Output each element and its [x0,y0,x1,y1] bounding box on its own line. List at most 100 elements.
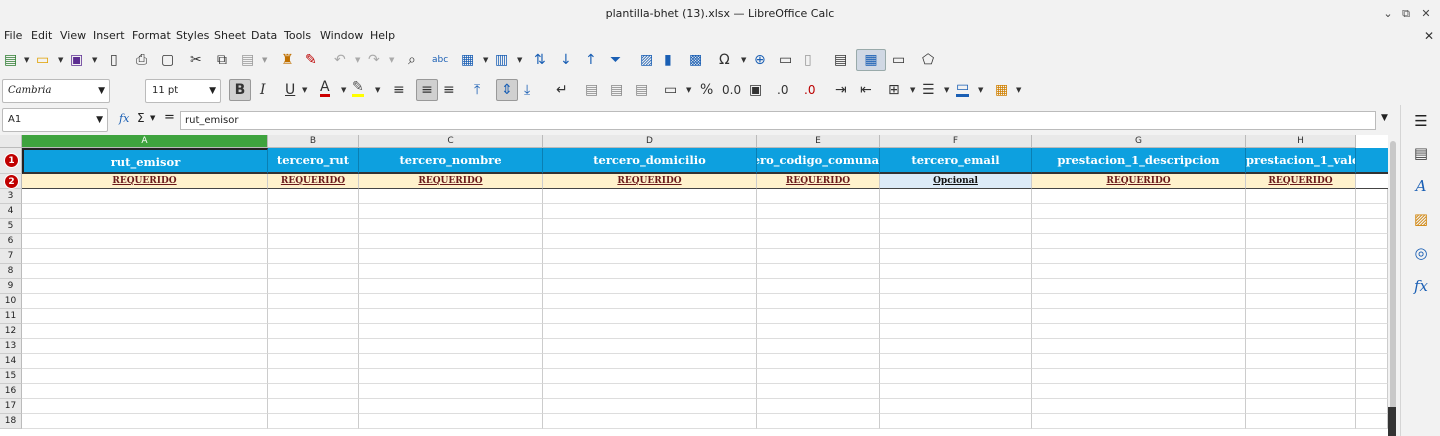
font-color-icon[interactable]: A [320,79,330,97]
column-icon[interactable]: ▥ [495,49,508,71]
chevron-down-icon[interactable]: ▼ [24,56,29,64]
align-right-icon[interactable]: ≡ [443,79,455,101]
chevron-down-icon[interactable]: ▼ [302,86,307,94]
new-document-icon[interactable]: ▤ [4,49,17,71]
underline-icon[interactable]: U [285,79,295,101]
increase-indent-icon[interactable]: ⇥ [835,79,847,101]
cell[interactable] [359,234,543,249]
row-header-13[interactable]: 13 [0,339,22,354]
cell[interactable] [543,204,757,219]
cell[interactable] [268,384,359,399]
chevron-down-icon[interactable]: ▼ [389,56,394,64]
special-character-icon[interactable]: Ω [719,49,730,71]
cell[interactable] [268,204,359,219]
cell[interactable] [543,309,757,324]
row-header-8[interactable]: 8 [0,264,22,279]
align-center-icon[interactable]: ≡ [416,79,438,101]
cell[interactable] [1356,309,1388,324]
menu-icon[interactable]: ☰ [1411,112,1431,132]
cell[interactable] [1246,384,1356,399]
cell[interactable] [1246,309,1356,324]
cell[interactable] [757,369,880,384]
cell[interactable] [1356,264,1388,279]
cell[interactable] [359,384,543,399]
chevron-down-icon[interactable]: ▼ [150,114,155,122]
menu-format[interactable]: Format [132,29,171,42]
vertical-scrollbar[interactable] [1388,135,1400,436]
cell[interactable] [359,309,543,324]
menu-styles[interactable]: Styles [176,29,209,42]
cell[interactable] [268,249,359,264]
cell[interactable] [543,219,757,234]
chevron-down-icon[interactable]: ▼ [1016,86,1021,94]
align-left-icon[interactable]: ≡ [393,79,405,101]
cell[interactable] [543,399,757,414]
column-header-e[interactable]: E [757,135,880,148]
cell-c1[interactable]: tercero_nombre [359,148,543,174]
column-header-h[interactable]: H [1246,135,1356,148]
cell[interactable] [1246,369,1356,384]
name-box[interactable]: A1 ▼ [2,108,108,132]
cell[interactable] [1356,354,1388,369]
currency-format-icon[interactable]: ▭ [664,79,677,101]
insert-image-icon[interactable]: ▨ [640,49,653,71]
cell-e2[interactable]: REQUERIDO [757,174,880,189]
menu-tools[interactable]: Tools [284,29,311,42]
chevron-down-icon[interactable]: ▼ [96,109,103,131]
cell[interactable] [1356,294,1388,309]
cell[interactable] [359,279,543,294]
wrap-text-icon[interactable]: ↵ [556,79,568,101]
font-size-box[interactable]: 11 pt ▼ [145,79,221,103]
cell[interactable] [1246,414,1356,429]
cell[interactable] [22,339,268,354]
cell[interactable] [359,399,543,414]
hyperlink-icon[interactable]: ⊕ [754,49,766,71]
cell[interactable] [1356,249,1388,264]
chevron-down-icon[interactable]: ▼ [341,86,346,94]
chevron-down-icon[interactable]: ▼ [483,56,488,64]
export-pdf-icon[interactable]: ▯ [110,49,118,71]
cell-b2[interactable]: REQUERIDO [268,174,359,189]
cell[interactable] [880,219,1032,234]
merge-center-icon[interactable]: ▤ [585,79,598,101]
cell[interactable] [543,189,757,204]
cell[interactable] [1032,189,1246,204]
cell[interactable] [543,294,757,309]
cell[interactable] [1032,339,1246,354]
cell[interactable] [757,219,880,234]
cell[interactable] [880,369,1032,384]
cell[interactable] [22,414,268,429]
cell[interactable] [1032,294,1246,309]
row-icon[interactable]: ▦ [461,49,474,71]
row-header-17[interactable]: 17 [0,399,22,414]
select-all-corner[interactable] [0,135,22,148]
cell[interactable] [22,399,268,414]
cell[interactable] [1246,189,1356,204]
cell[interactable] [1032,354,1246,369]
gallery-icon[interactable]: ▨ [1411,210,1431,230]
delete-decimal-icon[interactable]: .0 [804,79,815,101]
row-header-16[interactable]: 16 [0,384,22,399]
cell[interactable] [1356,384,1388,399]
pivot-table-icon[interactable]: ▩ [689,49,702,71]
cell[interactable] [22,354,268,369]
cell-h2[interactable]: REQUERIDO [1246,174,1356,189]
cell-i2[interactable] [1356,174,1388,189]
cell[interactable] [22,294,268,309]
cell[interactable] [543,279,757,294]
cell[interactable] [880,294,1032,309]
row-header-6[interactable]: 6 [0,234,22,249]
menu-help[interactable]: Help [370,29,395,42]
cell[interactable] [757,189,880,204]
chevron-down-icon[interactable]: ▼ [910,86,915,94]
cell[interactable] [880,204,1032,219]
close-window-button[interactable]: ✕ [1414,0,1438,27]
cell[interactable] [880,399,1032,414]
cell[interactable] [268,219,359,234]
cell[interactable] [268,369,359,384]
function-wizard-button[interactable]: fx [119,112,129,125]
cell[interactable] [1356,204,1388,219]
cell[interactable] [268,294,359,309]
menu-view[interactable]: View [60,29,86,42]
insert-chart-icon[interactable]: ▮ [664,49,672,71]
